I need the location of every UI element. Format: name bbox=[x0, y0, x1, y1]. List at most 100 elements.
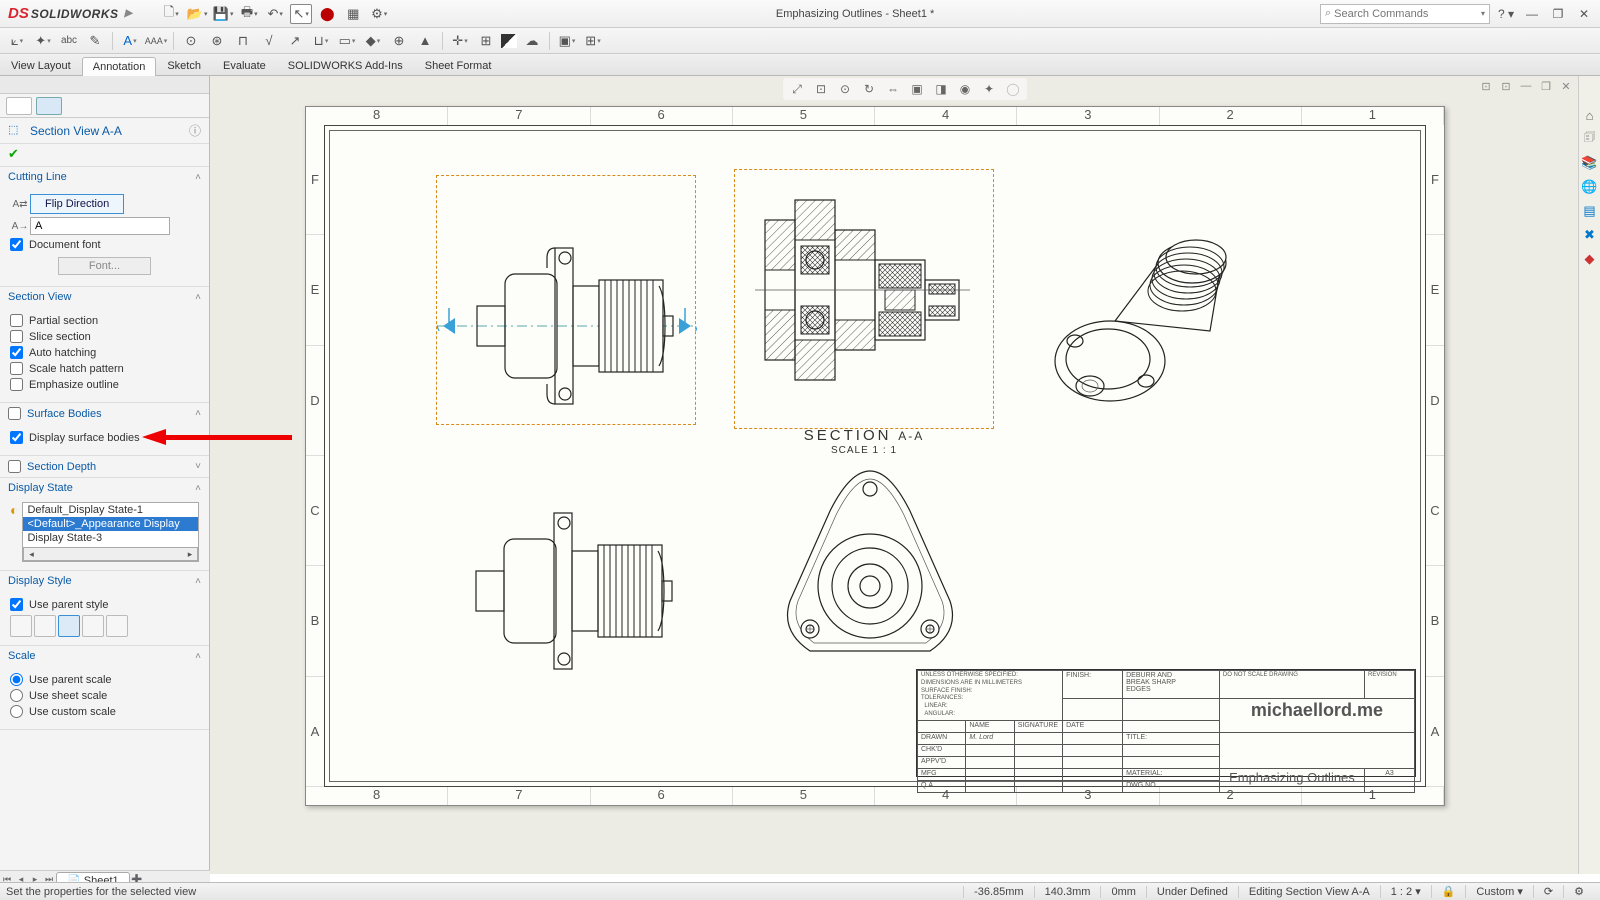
list-item[interactable]: Default_Display State-1 bbox=[23, 503, 198, 517]
scale-hatch-checkbox[interactable] bbox=[10, 362, 23, 375]
hidden-removed-button[interactable] bbox=[58, 615, 80, 637]
slice-section-checkbox[interactable] bbox=[10, 330, 23, 343]
hidden-visible-button[interactable] bbox=[34, 615, 56, 637]
print-button[interactable]: 🖶 bbox=[238, 4, 260, 24]
display-surface-checkbox[interactable] bbox=[10, 431, 23, 444]
undo-button[interactable]: ↶ bbox=[264, 4, 286, 24]
parent-view[interactable]: A A bbox=[436, 175, 696, 425]
revision-cloud-button[interactable]: ☁ bbox=[521, 31, 543, 51]
new-button[interactable]: 🗋 bbox=[160, 4, 182, 24]
datum-target-button[interactable]: ⊕ bbox=[388, 31, 410, 51]
geometric-tolerance-button[interactable]: ▭ bbox=[336, 31, 358, 51]
linear-pattern-button[interactable]: AAA bbox=[145, 31, 167, 51]
logo-dropdown-icon[interactable]: ▶ bbox=[125, 8, 133, 19]
search-dropdown-icon[interactable]: ▾ bbox=[1481, 9, 1485, 18]
section-label-input[interactable] bbox=[30, 217, 170, 235]
mdi-close-button[interactable]: ✕ bbox=[1558, 80, 1574, 94]
restore-button[interactable]: ❐ bbox=[1548, 5, 1568, 23]
weld-symbol-button[interactable]: ↗ bbox=[284, 31, 306, 51]
partial-section-checkbox[interactable] bbox=[10, 314, 23, 327]
list-item[interactable]: Display State-3 bbox=[23, 531, 198, 545]
hole-callout-button[interactable]: ⊔ bbox=[310, 31, 332, 51]
model-items-button[interactable]: ✦ bbox=[32, 31, 54, 51]
section-view-button[interactable]: ▣ bbox=[907, 80, 927, 98]
view-settings-button[interactable]: ✦ bbox=[979, 80, 999, 98]
status-settings-icon[interactable]: ⚙ bbox=[1563, 885, 1594, 898]
zoom-fit-button[interactable]: ⤢ bbox=[787, 80, 807, 98]
search-commands[interactable]: ⌕ ▾ bbox=[1320, 4, 1490, 24]
flip-direction-button[interactable]: Flip Direction bbox=[30, 194, 124, 214]
status-scale[interactable]: 1 : 2 ▾ bbox=[1380, 885, 1431, 898]
tab-annotation[interactable]: Annotation bbox=[82, 57, 157, 76]
save-button[interactable]: 💾 bbox=[212, 4, 234, 24]
datum-feature-button[interactable]: ◆ bbox=[362, 31, 384, 51]
auto-balloon-button[interactable]: ⊛ bbox=[206, 31, 228, 51]
minimize-button[interactable]: — bbox=[1522, 5, 1542, 23]
resources-icon[interactable]: 🗊 bbox=[1581, 130, 1599, 148]
custom-scale-radio[interactable] bbox=[10, 705, 23, 718]
close-button[interactable]: ✕ bbox=[1574, 5, 1594, 23]
use-parent-style-checkbox[interactable] bbox=[10, 598, 23, 611]
status-rebuild-icon[interactable]: ⟳ bbox=[1533, 885, 1563, 898]
home-icon[interactable]: ⌂ bbox=[1581, 106, 1599, 124]
shaded-button[interactable] bbox=[106, 615, 128, 637]
appearance-button[interactable]: ◯ bbox=[1003, 80, 1023, 98]
ok-button[interactable]: ✔ bbox=[8, 146, 19, 161]
zoom-select-button[interactable]: ⊙ bbox=[835, 80, 855, 98]
scale-header[interactable]: Scale˄ bbox=[0, 646, 209, 666]
list-scrollbar[interactable]: ◂▸ bbox=[23, 547, 198, 561]
property-scroll[interactable]: Cutting Line˄ A⇄ Flip Direction A→ Docum… bbox=[0, 167, 209, 874]
section-view-aa[interactable] bbox=[734, 169, 994, 429]
mdi-prev-button[interactable]: ⊡ bbox=[1478, 80, 1494, 94]
centerline-button[interactable]: ⊞ bbox=[475, 31, 497, 51]
appearances-icon[interactable]: ✖ bbox=[1581, 226, 1599, 244]
shaded-edges-button[interactable] bbox=[82, 615, 104, 637]
tab-addins[interactable]: SOLIDWORKS Add-Ins bbox=[277, 56, 414, 75]
spell-check-button[interactable]: abc bbox=[58, 31, 80, 51]
balloon-button[interactable]: ⊙ bbox=[180, 31, 202, 51]
display-style-header[interactable]: Display Style˄ bbox=[0, 571, 209, 591]
pan-button[interactable]: ⇔ bbox=[883, 80, 903, 98]
custom-props-icon[interactable]: ◆ bbox=[1581, 250, 1599, 268]
cutting-line-header[interactable]: Cutting Line˄ bbox=[0, 167, 209, 187]
section-depth-checkbox[interactable] bbox=[8, 460, 21, 473]
select-button[interactable]: ↖ bbox=[290, 4, 312, 24]
file-explorer-icon[interactable]: 🌐 bbox=[1581, 178, 1599, 196]
view-palette-icon[interactable]: ▤ bbox=[1581, 202, 1599, 220]
area-hatch-button[interactable] bbox=[501, 34, 517, 48]
wireframe-button[interactable] bbox=[10, 615, 32, 637]
magnetic-line-button[interactable]: ⊓ bbox=[232, 31, 254, 51]
isometric-view[interactable] bbox=[1020, 201, 1240, 431]
options-grid-button[interactable]: ▦ bbox=[342, 4, 364, 24]
surface-finish-button[interactable]: √ bbox=[258, 31, 280, 51]
sheet-scale-radio[interactable] bbox=[10, 689, 23, 702]
hide-show-button[interactable]: ◉ bbox=[955, 80, 975, 98]
search-input[interactable] bbox=[1334, 8, 1481, 20]
smart-dimension-button[interactable]: ⟀ bbox=[6, 31, 28, 51]
surface-bodies-header[interactable]: Surface Bodies˄ bbox=[0, 403, 209, 424]
tab-sketch[interactable]: Sketch bbox=[156, 56, 212, 75]
property-manager-tab[interactable] bbox=[36, 97, 62, 115]
document-font-checkbox[interactable] bbox=[10, 238, 23, 251]
emphasize-outline-checkbox[interactable] bbox=[10, 378, 23, 391]
auto-hatching-checkbox[interactable] bbox=[10, 346, 23, 359]
section-depth-header[interactable]: Section Depth˅ bbox=[0, 456, 209, 477]
center-mark-button[interactable]: ✛ bbox=[449, 31, 471, 51]
format-painter-button[interactable]: ✎ bbox=[84, 31, 106, 51]
tab-evaluate[interactable]: Evaluate bbox=[212, 56, 277, 75]
display-state-list[interactable]: Default_Display State-1 <Default>_Appear… bbox=[22, 502, 199, 562]
top-view[interactable] bbox=[760, 461, 980, 681]
section-view-header[interactable]: Section View˄ bbox=[0, 287, 209, 307]
rotate-button[interactable]: ↻ bbox=[859, 80, 879, 98]
blocks-button[interactable]: ▣ bbox=[556, 31, 578, 51]
tab-view-layout[interactable]: View Layout bbox=[0, 56, 82, 75]
open-button[interactable]: 📂 bbox=[186, 4, 208, 24]
tables-button[interactable]: ⊞ bbox=[582, 31, 604, 51]
status-unit-system[interactable]: Custom ▾ bbox=[1465, 885, 1532, 898]
mdi-minimize-button[interactable]: — bbox=[1518, 80, 1534, 94]
front-view[interactable] bbox=[452, 461, 692, 681]
panel-handle[interactable] bbox=[0, 76, 209, 94]
help-button[interactable]: ? ▾ bbox=[1496, 5, 1516, 23]
list-item[interactable]: <Default>_Appearance Display bbox=[23, 517, 198, 531]
settings-button[interactable]: ⚙ bbox=[368, 4, 390, 24]
